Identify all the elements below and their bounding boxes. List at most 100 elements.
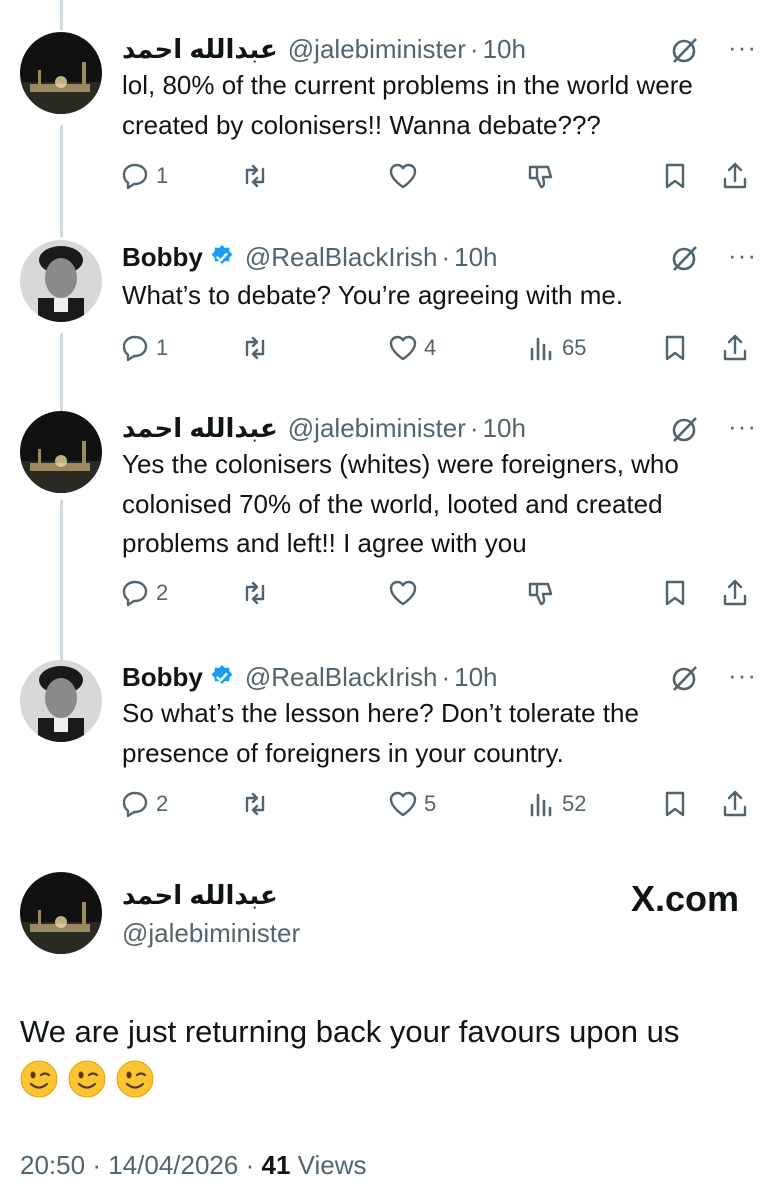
separator: · xyxy=(441,241,451,272)
retweet-button[interactable] xyxy=(240,784,270,824)
avatar[interactable] xyxy=(20,240,102,322)
bookmark-button[interactable] xyxy=(660,784,690,824)
retweet-button[interactable] xyxy=(240,328,270,368)
verified-badge-icon[interactable] xyxy=(209,244,235,270)
bookmark-button[interactable] xyxy=(660,156,690,196)
separator: · xyxy=(469,33,479,64)
winking-face-icon xyxy=(20,1060,58,1098)
more-options-icon[interactable]: ··· xyxy=(728,660,757,690)
dislike-button[interactable] xyxy=(526,156,556,196)
views-button[interactable]: 65 xyxy=(526,328,586,368)
thread-line xyxy=(60,500,63,660)
share-button[interactable] xyxy=(720,328,750,368)
heart-icon xyxy=(389,335,417,361)
avatar[interactable] xyxy=(20,411,102,493)
share-icon xyxy=(723,162,747,189)
username[interactable]: @RealBlackIrish xyxy=(245,662,438,693)
reply-icon xyxy=(122,580,148,607)
tweet-header: Bobby @RealBlackIrish · 10h xyxy=(122,240,498,274)
tweet-header: عبدالله احمد @jalebiminister · 10h xyxy=(122,32,526,66)
share-icon xyxy=(723,334,747,361)
bookmark-icon xyxy=(665,163,685,189)
retweet-icon xyxy=(245,336,265,360)
display-name[interactable]: Bobby xyxy=(122,242,203,273)
emoji-row xyxy=(20,1060,154,1098)
like-count: 4 xyxy=(424,335,437,360)
verified-badge-icon[interactable] xyxy=(209,664,235,690)
like-button[interactable] xyxy=(388,156,418,196)
reply-button[interactable]: 2 xyxy=(120,573,168,613)
avatar[interactable] xyxy=(20,660,102,742)
share-button[interactable] xyxy=(720,573,750,613)
tweet-header: Bobby @RealBlackIrish · 10h xyxy=(122,660,498,694)
retweet-button[interactable] xyxy=(240,573,270,613)
views-icon xyxy=(530,793,552,817)
tweet-text: Yes the colonisers (whites) were foreign… xyxy=(122,449,679,558)
reply-button[interactable]: 1 xyxy=(120,328,168,368)
timestamp[interactable]: 10h xyxy=(483,34,526,65)
bookmark-button[interactable] xyxy=(660,573,690,613)
display-name[interactable]: Bobby xyxy=(122,662,203,693)
tweet-actions: 2 xyxy=(120,573,760,613)
views-button[interactable]: 52 xyxy=(526,784,586,824)
bookmark-icon xyxy=(665,335,685,361)
view-count: 65 xyxy=(562,335,587,360)
thumbs-down-icon xyxy=(528,582,553,606)
retweet-button[interactable] xyxy=(240,156,270,196)
more-options-icon[interactable]: ··· xyxy=(728,32,757,62)
winking-face-icon xyxy=(116,1060,154,1098)
avatar[interactable] xyxy=(20,32,102,114)
separator: · xyxy=(245,1150,255,1180)
username[interactable]: @RealBlackIrish xyxy=(245,242,438,273)
bookmark-icon xyxy=(665,791,685,817)
display-name[interactable]: عبدالله احمد xyxy=(122,413,278,444)
username[interactable]: @jalebiminister xyxy=(288,34,466,65)
separator: · xyxy=(469,412,479,443)
reply-button[interactable]: 2 xyxy=(120,784,168,824)
tweet-text: What’s to debate? You’re agreeing with m… xyxy=(122,280,624,310)
like-button[interactable]: 5 xyxy=(388,784,436,824)
timestamp[interactable]: 10h xyxy=(483,413,526,444)
like-count: 5 xyxy=(424,791,437,816)
tweet-header: عبدالله احمد @jalebiminister · 10h xyxy=(122,411,526,445)
grok-icon[interactable] xyxy=(669,413,701,445)
reply-button[interactable]: 1 xyxy=(120,156,168,196)
thumbs-down-icon xyxy=(528,165,553,189)
more-options-icon[interactable]: ··· xyxy=(728,411,757,441)
tweet-actions: 1 xyxy=(120,156,760,196)
reply-count: 2 xyxy=(156,791,169,816)
tweet-actions: 2 5 52 xyxy=(120,784,760,824)
username[interactable]: @jalebiminister xyxy=(288,413,466,444)
post-time[interactable]: 20:50 xyxy=(20,1150,85,1180)
reply-count: 2 xyxy=(156,580,169,605)
share-button[interactable] xyxy=(720,156,750,196)
share-button[interactable] xyxy=(720,784,750,824)
grok-icon[interactable] xyxy=(669,34,701,66)
grok-icon[interactable] xyxy=(669,662,701,694)
reply-icon xyxy=(122,791,148,818)
thread-line xyxy=(60,333,63,411)
share-icon xyxy=(723,579,747,606)
post-date[interactable]: 14/04/2026 xyxy=(108,1150,238,1180)
views-icon xyxy=(530,337,552,361)
more-options-icon[interactable]: ··· xyxy=(728,240,757,270)
like-button[interactable] xyxy=(388,573,418,613)
grok-icon[interactable] xyxy=(669,242,701,274)
timestamp[interactable]: 10h xyxy=(454,662,497,693)
timestamp[interactable]: 10h xyxy=(454,242,497,273)
main-tweet-text: We are just returning back your favours … xyxy=(20,1014,680,1049)
separator: · xyxy=(92,1150,101,1180)
dislike-button[interactable] xyxy=(526,573,556,613)
retweet-icon xyxy=(245,581,265,605)
separator: · xyxy=(441,661,451,692)
username[interactable]: @jalebiminister xyxy=(122,918,300,949)
heart-icon xyxy=(389,163,417,189)
tweet-actions: 1 4 65 xyxy=(120,328,760,368)
display-name[interactable]: عبدالله احمد xyxy=(122,880,278,911)
avatar[interactable] xyxy=(20,872,102,954)
views-count: 41 xyxy=(261,1150,291,1180)
bookmark-button[interactable] xyxy=(660,328,690,368)
reply-count: 1 xyxy=(156,335,169,360)
like-button[interactable]: 4 xyxy=(388,328,436,368)
display-name[interactable]: عبدالله احمد xyxy=(122,34,278,65)
